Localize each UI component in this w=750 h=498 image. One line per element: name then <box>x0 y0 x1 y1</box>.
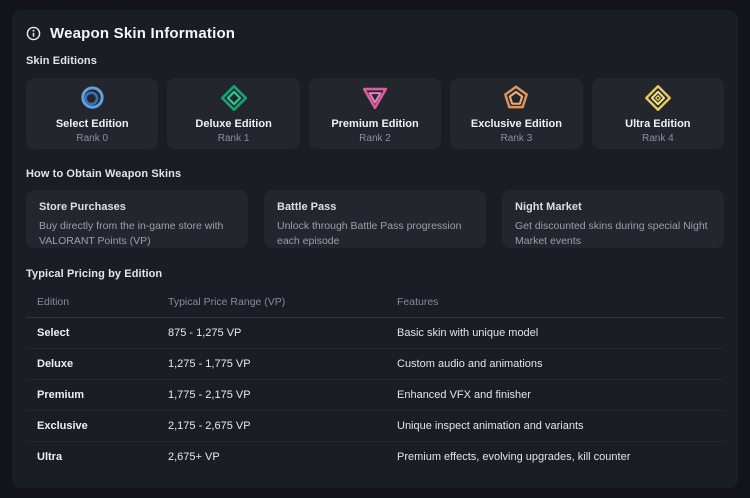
edition-card-deluxe: Deluxe Edition Rank 1 <box>167 78 299 149</box>
pricing-table: Edition Typical Price Range (VP) Feature… <box>26 287 724 472</box>
obtain-card-title: Battle Pass <box>277 201 473 213</box>
obtain-card-title: Night Market <box>515 201 711 213</box>
obtain-card-night-market: Night Market Get discounted skins during… <box>502 190 724 248</box>
cell-price: 875 - 1,275 VP <box>157 318 386 349</box>
edition-rank: Rank 0 <box>76 133 108 144</box>
exclusive-edition-icon <box>501 83 531 113</box>
edition-card-ultra: Ultra Edition Rank 4 <box>592 78 724 149</box>
column-header-edition: Edition <box>26 287 157 318</box>
table-row: Deluxe 1,275 - 1,775 VP Custom audio and… <box>26 349 724 380</box>
cell-features: Premium effects, evolving upgrades, kill… <box>386 442 724 473</box>
cell-price: 1,275 - 1,775 VP <box>157 349 386 380</box>
column-header-features: Features <box>386 287 724 318</box>
edition-name: Ultra Edition <box>625 118 690 130</box>
table-row: Select 875 - 1,275 VP Basic skin with un… <box>26 318 724 349</box>
obtain-card-title: Store Purchases <box>39 201 235 213</box>
select-edition-icon <box>77 83 107 113</box>
edition-rank: Rank 4 <box>642 133 674 144</box>
edition-rank: Rank 1 <box>218 133 250 144</box>
editions-row: Select Edition Rank 0 Deluxe Edition Ran… <box>26 78 724 149</box>
ultra-edition-icon <box>643 83 673 113</box>
cell-edition: Select <box>26 318 157 349</box>
table-row: Exclusive 2,175 - 2,675 VP Unique inspec… <box>26 411 724 442</box>
page-title: Weapon Skin Information <box>50 25 235 42</box>
panel-header: Weapon Skin Information <box>26 23 724 43</box>
info-icon <box>26 26 41 41</box>
cell-price: 2,175 - 2,675 VP <box>157 411 386 442</box>
edition-rank: Rank 2 <box>359 133 391 144</box>
edition-card-premium: Premium Edition Rank 2 <box>309 78 441 149</box>
edition-name: Select Edition <box>56 118 129 130</box>
edition-name: Exclusive Edition <box>471 118 562 130</box>
obtain-card-battle-pass: Battle Pass Unlock through Battle Pass p… <box>264 190 486 248</box>
edition-name: Deluxe Edition <box>195 118 271 130</box>
premium-edition-icon <box>360 83 390 113</box>
cell-edition: Exclusive <box>26 411 157 442</box>
cell-edition: Premium <box>26 380 157 411</box>
obtain-card-description: Get discounted skins during special Nigh… <box>515 219 711 248</box>
edition-rank: Rank 3 <box>501 133 533 144</box>
obtain-card-store-purchases: Store Purchases Buy directly from the in… <box>26 190 248 248</box>
cell-edition: Ultra <box>26 442 157 473</box>
obtain-heading: How to Obtain Weapon Skins <box>26 168 724 180</box>
edition-card-exclusive: Exclusive Edition Rank 3 <box>450 78 582 149</box>
edition-card-select: Select Edition Rank 0 <box>26 78 158 149</box>
obtain-card-description: Unlock through Battle Pass progression e… <box>277 219 473 248</box>
cell-features: Enhanced VFX and finisher <box>386 380 724 411</box>
deluxe-edition-icon <box>219 83 249 113</box>
cell-features: Custom audio and animations <box>386 349 724 380</box>
column-header-price: Typical Price Range (VP) <box>157 287 386 318</box>
table-row: Premium 1,775 - 2,175 VP Enhanced VFX an… <box>26 380 724 411</box>
pricing-heading: Typical Pricing by Edition <box>26 268 724 280</box>
cell-features: Basic skin with unique model <box>386 318 724 349</box>
table-row: Ultra 2,675+ VP Premium effects, evolvin… <box>26 442 724 473</box>
obtain-row: Store Purchases Buy directly from the in… <box>26 190 724 248</box>
obtain-card-description: Buy directly from the in-game store with… <box>39 219 235 248</box>
weapon-skin-info-panel: Weapon Skin Information Skin Editions Se… <box>12 10 738 488</box>
cell-features: Unique inspect animation and variants <box>386 411 724 442</box>
cell-price: 1,775 - 2,175 VP <box>157 380 386 411</box>
editions-heading: Skin Editions <box>26 55 724 67</box>
cell-edition: Deluxe <box>26 349 157 380</box>
table-header-row: Edition Typical Price Range (VP) Feature… <box>26 287 724 318</box>
cell-price: 2,675+ VP <box>157 442 386 473</box>
edition-name: Premium Edition <box>331 118 418 130</box>
